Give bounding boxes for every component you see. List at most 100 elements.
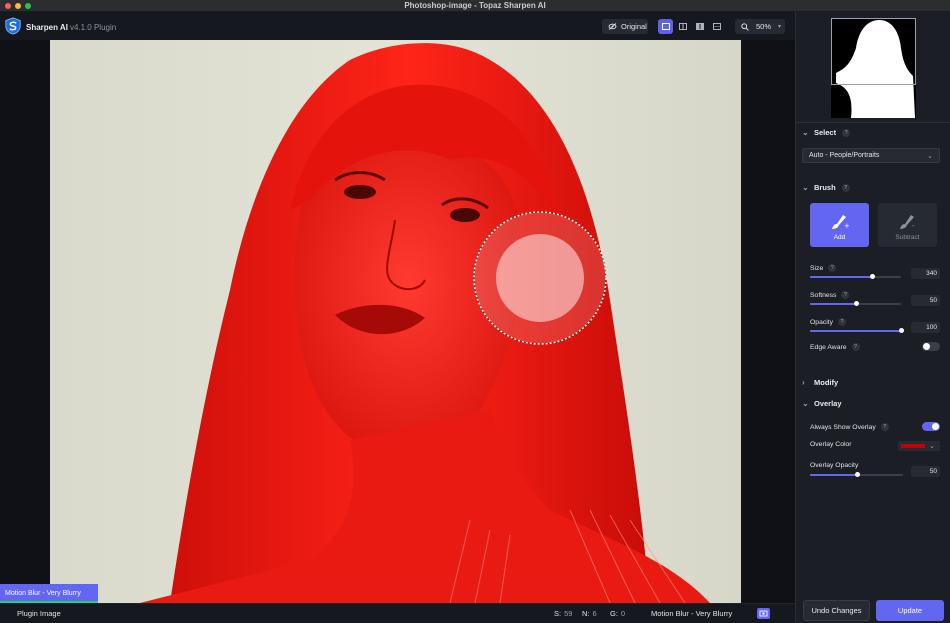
stat-n-label: N:	[582, 609, 590, 618]
modify-section-header[interactable]: › Modify	[802, 378, 838, 387]
app-name: Sharpen AI	[26, 23, 68, 32]
edge-aware-row: Edge Aware ?	[810, 341, 940, 353]
image-canvas[interactable]: Motion Blur - Very Blurry	[0, 40, 795, 603]
chevron-down-icon: ⌄	[802, 182, 809, 192]
always-show-overlay-toggle[interactable]	[922, 422, 940, 431]
overlay-opacity-handle[interactable]	[854, 472, 860, 477]
brush-subtract-button[interactable]: - Subtract	[878, 203, 937, 247]
undo-changes-button[interactable]: Undo Changes	[803, 600, 870, 621]
softness-value-input[interactable]: 50	[911, 295, 940, 306]
preview-image[interactable]	[50, 40, 741, 603]
model-label: Motion Blur - Very Blurry	[0, 584, 98, 602]
select-section-header[interactable]: ⌄ Select ?	[802, 127, 851, 137]
softness-label: Softness	[810, 291, 837, 299]
chevron-down-icon: ▾	[778, 24, 782, 30]
help-icon[interactable]: ?	[842, 128, 851, 137]
app-title: Sharpen AI v4.1.0 Plugin	[26, 23, 116, 32]
always-show-overlay-label: Always Show Overlay	[810, 423, 876, 431]
softness-slider-handle[interactable]	[853, 301, 859, 306]
size-label: Size	[810, 264, 824, 272]
modify-title: Modify	[814, 378, 839, 387]
select-mode-dropdown[interactable]: Auto - People/Portraits ⌄	[802, 148, 940, 163]
chevron-down-icon: ⌄	[927, 152, 933, 160]
navigator-viewport-frame[interactable]	[831, 18, 916, 85]
softness-slider-fill	[810, 303, 856, 305]
opacity-label: Opacity	[810, 318, 834, 326]
brush-add-button[interactable]: + Add	[810, 203, 869, 247]
size-value-input[interactable]: 340	[911, 268, 940, 279]
overlay-opacity-label-group: Overlay Opacity	[810, 462, 858, 469]
softness-slider[interactable]	[810, 301, 901, 306]
preview-toggle-button[interactable]	[757, 608, 770, 619]
stat-n: N: 6	[582, 609, 597, 618]
svg-text:+: +	[844, 222, 849, 230]
select-mode-value: Auto - People/Portraits	[809, 152, 880, 159]
panel-actions: Undo Changes Update	[796, 595, 950, 623]
sharpen-ai-logo-icon	[5, 17, 21, 35]
opacity-slider-handle[interactable]	[899, 328, 904, 333]
help-icon[interactable]: ?	[828, 264, 837, 272]
zoom-control[interactable]: 50% ▾	[735, 19, 785, 34]
original-label: Original	[621, 22, 647, 31]
always-show-overlay-row: Always Show Overlay ?	[810, 421, 940, 433]
overlay-color-label: Overlay Color	[810, 441, 852, 448]
split-view-icon	[678, 23, 687, 30]
opacity-slider[interactable]	[810, 328, 904, 333]
select-title: Select	[814, 128, 837, 137]
stat-s-value: 59	[564, 609, 573, 618]
quad-view-button[interactable]	[709, 19, 724, 34]
brush-title: Brush	[814, 183, 836, 192]
status-model: Motion Blur - Very Blurry	[651, 609, 733, 618]
size-slider[interactable]	[810, 274, 901, 279]
brush-subtract-label: Subtract	[895, 234, 920, 241]
help-icon[interactable]: ?	[851, 343, 860, 351]
brush-section-header[interactable]: ⌄ Brush ?	[802, 183, 850, 192]
single-view-button[interactable]	[658, 19, 673, 34]
image-name: Plugin Image	[17, 609, 61, 618]
softness-slider-row: Softness ? 50	[810, 291, 940, 313]
window-title: Photoshop-image - Topaz Sharpen AI	[404, 1, 546, 10]
help-icon[interactable]: ?	[841, 291, 850, 299]
overlay-color-swatch	[901, 444, 925, 448]
overlay-section-header[interactable]: ⌄ Overlay	[802, 399, 842, 408]
brush-subtract-icon: -	[899, 215, 915, 230]
stat-s: S: 59	[554, 609, 572, 618]
softness-label-group: Softness ?	[810, 291, 850, 299]
stat-g-label: G:	[610, 609, 618, 618]
single-view-icon	[661, 23, 670, 30]
overlay-title: Overlay	[814, 399, 842, 408]
stat-g-value: 0	[620, 609, 626, 618]
opacity-value-input[interactable]: 100	[911, 322, 940, 333]
side-by-side-view-button[interactable]	[692, 19, 707, 34]
side-by-side-icon	[695, 23, 704, 30]
overlay-opacity-input[interactable]: 50	[911, 466, 940, 477]
overlay-opacity-slider[interactable]	[810, 472, 903, 477]
edge-aware-label: Edge Aware	[810, 343, 847, 351]
window-titlebar: Photoshop-image - Topaz Sharpen AI	[0, 0, 950, 12]
image-icon	[759, 610, 768, 617]
top-toolbar: Sharpen AI v4.1.0 Plugin Original 50% ▾	[0, 12, 795, 40]
app-version: v4.1.0 Plugin	[69, 23, 117, 32]
brush-add-label: Add	[833, 234, 846, 241]
opacity-slider-row: Opacity ? 100	[810, 318, 940, 340]
overlay-opacity-label: Overlay Opacity	[810, 462, 859, 469]
toggle-knob	[923, 343, 930, 350]
opacity-label-group: Opacity ?	[810, 318, 847, 326]
right-panel: ⌄ Select ? Auto - People/Portraits ⌄ ⌄ B…	[795, 12, 950, 623]
size-slider-handle[interactable]	[869, 274, 875, 279]
update-button[interactable]: Update	[876, 600, 944, 621]
original-toggle-button[interactable]: Original	[602, 19, 648, 34]
chevron-down-icon: ⌄	[802, 127, 809, 137]
help-icon[interactable]: ?	[838, 318, 847, 326]
split-view-button[interactable]	[675, 19, 690, 34]
portrait-overlay-image	[140, 43, 710, 603]
overlay-color-picker[interactable]: ⌄	[898, 441, 940, 451]
edge-aware-toggle[interactable]	[922, 342, 940, 351]
help-icon[interactable]: ?	[841, 183, 850, 192]
zoom-value: 50%	[756, 22, 772, 31]
size-slider-fill	[810, 276, 872, 278]
overlay-color-row: Overlay Color ⌄	[810, 441, 940, 453]
help-icon[interactable]: ?	[880, 423, 889, 431]
stat-s-label: S:	[554, 609, 562, 618]
opacity-slider-fill	[810, 330, 901, 332]
